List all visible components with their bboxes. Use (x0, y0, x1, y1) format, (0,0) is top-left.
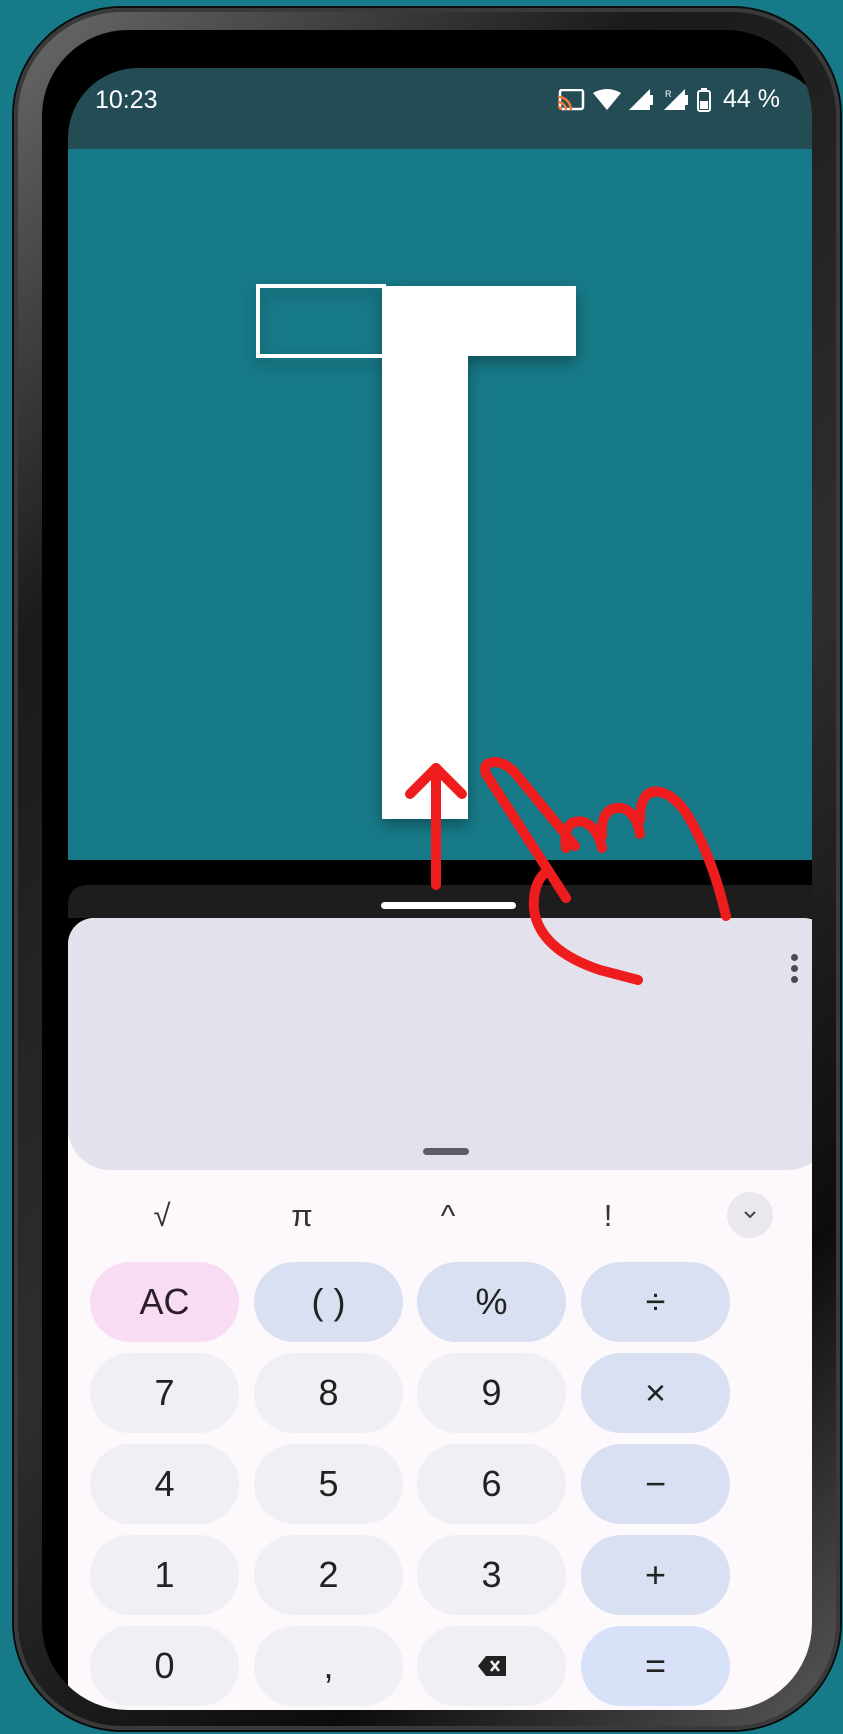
backspace-icon (477, 1656, 506, 1676)
digit-2-button[interactable]: 2 (254, 1535, 403, 1615)
digit-1-button[interactable]: 1 (90, 1535, 239, 1615)
percent-button[interactable]: % (417, 1262, 566, 1342)
digit-6-button[interactable]: 6 (417, 1444, 566, 1524)
digit-0-button[interactable]: 0 (90, 1626, 239, 1706)
status-time: 10:23 (95, 86, 158, 114)
multiply-button[interactable]: × (581, 1353, 730, 1433)
digit-7-button[interactable]: 7 (90, 1353, 239, 1433)
calculator-display (68, 918, 812, 1170)
factorial-key[interactable]: ! (573, 1186, 643, 1246)
status-bar: 10:23 R 44 % (68, 68, 812, 149)
more-vertical-icon[interactable] (784, 950, 804, 990)
wifi-icon (593, 88, 622, 110)
digit-8-button[interactable]: 8 (254, 1353, 403, 1433)
battery-icon (697, 87, 712, 112)
sqrt-key[interactable]: √ (127, 1186, 197, 1246)
digit-9-button[interactable]: 9 (417, 1353, 566, 1433)
svg-text:R: R (665, 89, 672, 99)
app-logo: T (68, 149, 576, 819)
signal-icon (629, 88, 654, 110)
minus-button[interactable]: − (581, 1444, 730, 1524)
parentheses-button[interactable]: ( ) (254, 1262, 403, 1342)
roaming-signal-icon: R (664, 88, 689, 110)
pi-key[interactable]: π (267, 1186, 337, 1246)
screen: 10:23 R 44 % T √ π ^ ! AC () % ÷ 7 8 9 … (68, 68, 812, 1710)
backspace-button[interactable] (417, 1626, 566, 1706)
display-drag-handle[interactable] (423, 1148, 469, 1155)
logo-letter: T (68, 149, 69, 150)
cast-icon (557, 88, 585, 110)
chevron-down-icon[interactable] (727, 1192, 773, 1238)
power-key[interactable]: ^ (413, 1186, 483, 1246)
top-app-pane[interactable]: T (68, 149, 812, 860)
digit-4-button[interactable]: 4 (90, 1444, 239, 1524)
calculator-pane: √ π ^ ! AC ( ) % ÷ 7 8 9 × 4 5 6 − 1 2 3… (68, 918, 812, 1710)
split-divider-handle[interactable] (381, 902, 516, 909)
divide-button[interactable]: ÷ (581, 1262, 730, 1342)
scientific-row: √ π ^ ! (68, 1186, 812, 1246)
plus-button[interactable]: + (581, 1535, 730, 1615)
status-icons: R 44 % (557, 85, 780, 114)
digit-3-button[interactable]: 3 (417, 1535, 566, 1615)
decimal-button[interactable]: , (254, 1626, 403, 1706)
battery-percent: 44 % (723, 85, 780, 113)
digit-5-button[interactable]: 5 (254, 1444, 403, 1524)
equals-button[interactable]: = (581, 1626, 730, 1706)
phone-bezel: 10:23 R 44 % T √ π ^ ! AC () % ÷ 7 8 9 … (42, 30, 812, 1710)
phone-frame: 10:23 R 44 % T √ π ^ ! AC () % ÷ 7 8 9 … (14, 8, 840, 1730)
clear-button[interactable]: AC (90, 1262, 239, 1342)
